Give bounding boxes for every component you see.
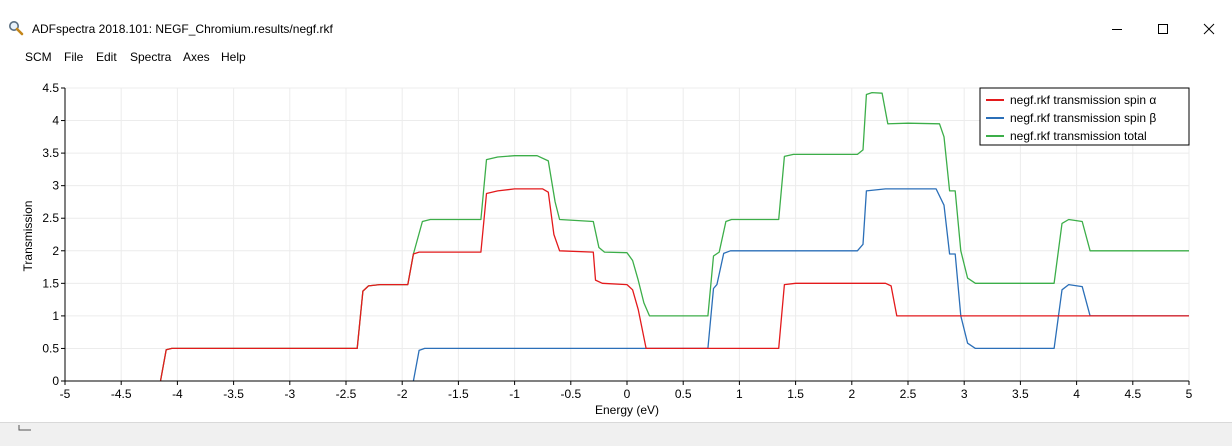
x-tick-label: 5 [1186,387,1193,401]
legend-label: negf.rkf transmission spin α [1010,93,1156,107]
transmission-chart[interactable]: -5 -4.5 -4 -3.5 -3 -2.5 -2 -1.5 -1 -0.5 0 0.5 1 1.5 2 2… [0,68,1232,422]
x-axis-label: Energy (eV) [595,403,659,417]
maximize-icon [1158,24,1168,34]
x-tick-label: -3 [284,387,295,401]
x-tick-label: -1 [509,387,520,401]
plot-area[interactable]: -5 -4.5 -4 -3.5 -3 -2.5 -2 -1.5 -1 -0.5 0 0.5 1 1.5 2 2… [0,68,1232,422]
y-axis-label: Transmission [21,201,35,272]
maximize-button[interactable] [1140,12,1186,46]
window-title: ADFspectra 2018.101: NEGF_Chromium.resul… [32,22,333,36]
title-bar: ADFspectra 2018.101: NEGF_Chromium.resul… [0,0,1232,46]
menu-axes[interactable]: Axes [183,50,210,64]
y-tick-label: 2.5 [42,211,59,225]
y-tick-label: 4 [52,114,59,128]
menu-help[interactable]: Help [221,50,246,64]
series-line-1 [412,188,1189,382]
y-tick-label: 1.5 [42,276,59,290]
x-tick-label: 3.5 [1012,387,1029,401]
y-tick-label: 3.5 [42,146,59,160]
minimize-icon [1112,29,1122,30]
x-tick-label: -4 [172,387,183,401]
legend-label: negf.rkf transmission spin β [1010,111,1156,125]
x-tick-label: 2 [848,387,855,401]
series-line-0 [159,188,1189,382]
minimize-button[interactable] [1094,12,1140,46]
menu-scm[interactable]: SCM [25,50,52,64]
x-tick-label: -5 [60,387,71,401]
y-tick-label: 1 [52,309,59,323]
bottom-slider-strip [0,422,1232,446]
x-tick-label: -2 [397,387,408,401]
menu-file[interactable]: File [64,50,83,64]
x-tick-label: 1 [736,387,743,401]
legend[interactable]: negf.rkf transmission spin α negf.rkf tra… [979,87,1190,146]
x-tick-label: -3.5 [223,387,244,401]
slider-handle-icon[interactable] [18,424,32,432]
x-tick-label: 0.5 [675,387,692,401]
y-tick-label: 0 [52,374,59,388]
legend-entries: negf.rkf transmission spin α negf.rkf tra… [986,93,1156,143]
legend-label: negf.rkf transmission total [1010,129,1147,143]
x-tick-label: 3 [961,387,968,401]
y-tick-label: 4.5 [42,81,59,95]
x-tick-label: 4.5 [1124,387,1141,401]
y-tick-label: 2 [52,244,59,258]
close-icon [1203,23,1215,35]
x-tick-label: -1.5 [448,387,469,401]
close-button[interactable] [1186,12,1232,46]
x-tick-label: -2.5 [336,387,357,401]
magnifier-icon [9,21,24,36]
menu-edit[interactable]: Edit [96,50,117,64]
menu-bar: SCM File Edit Spectra Axes Help [0,46,1232,68]
x-ticks: -5 -4.5 -4 -3.5 -3 -2.5 -2 -1.5 -1 -0.5 0 0.5 1 1.5 2 2… [60,381,1193,401]
x-tick-label: 1.5 [787,387,804,401]
y-ticks: 0 0.5 1 1.5 2 2.5 3 3.5 4 4.5 [42,81,65,388]
menu-spectra[interactable]: Spectra [130,50,171,64]
y-tick-label: 3 [52,179,59,193]
x-tick-label: 0 [624,387,631,401]
x-tick-label: -0.5 [560,387,581,401]
x-tick-label: 4 [1073,387,1080,401]
x-tick-label: 2.5 [900,387,917,401]
y-tick-label: 0.5 [42,341,59,355]
x-tick-label: -4.5 [111,387,132,401]
